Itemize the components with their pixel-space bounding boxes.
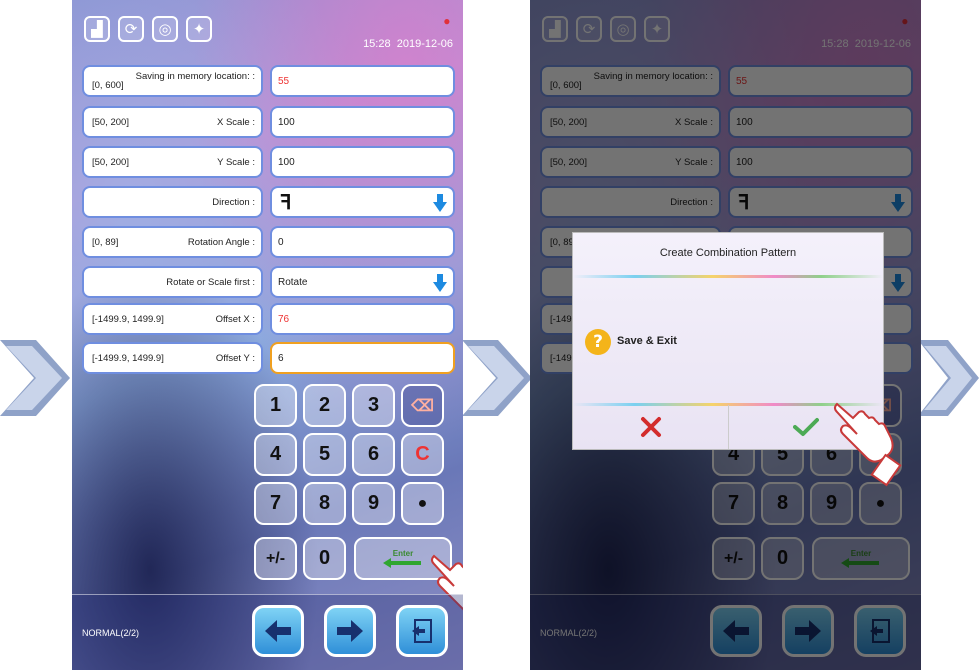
decimal-key[interactable]: ● [401, 482, 444, 525]
form-row: Rotate or Scale first : Rotate [82, 266, 455, 298]
key-4[interactable]: 4 [254, 433, 297, 476]
brand-logo: ● [443, 14, 451, 28]
param-label-box: [50, 200] X Scale : [82, 106, 263, 138]
key-2[interactable]: 2 [303, 384, 346, 427]
enter-arrow-icon [383, 558, 421, 568]
param-label-box: Direction : [82, 186, 263, 218]
field-value: 76 [278, 314, 290, 325]
direction-glyph: ꟻ [280, 192, 292, 214]
param-range: [-1499.9, 1499.9] [92, 314, 164, 325]
clear-key[interactable]: C [401, 433, 444, 476]
x-icon [640, 417, 661, 437]
form-row: Saving in memory location: : [0, 600] 55 [82, 65, 455, 97]
bottom-bar: NORMAL(2/2) [72, 594, 463, 670]
form-row: [50, 200] Y Scale : 100 [82, 146, 455, 178]
key-3[interactable]: 3 [352, 384, 395, 427]
top-bar: ▟ ⟳ ◎ ✦ ● 15:28 2019-12-06 [72, 0, 463, 56]
clock: 15:28 2019-12-06 [363, 38, 453, 50]
rotate-icon[interactable]: ◎ [152, 16, 178, 42]
param-label: Y Scale : [217, 157, 255, 168]
param-label: Saving in memory location: : [135, 71, 255, 82]
dialog-message: Save & Exit [617, 335, 677, 347]
param-label-box: Saving in memory location: : [0, 600] [82, 65, 263, 97]
field-value: 55 [278, 76, 290, 87]
key-6[interactable]: 6 [352, 433, 395, 476]
param-label: Rotate or Scale first : [166, 277, 255, 288]
rotate-scale-dropdown[interactable]: Rotate [270, 266, 455, 298]
screen-confirm: ▟ ⟳ ◎ ✦ ● 15:28 2019-12-06 Saving in mem… [530, 0, 921, 670]
param-label: Offset X : [215, 314, 255, 325]
y-scale-field[interactable]: 100 [270, 146, 455, 178]
x-scale-field[interactable]: 100 [270, 106, 455, 138]
offset-x-field[interactable]: 76 [270, 303, 455, 335]
pointer-hand-icon [834, 402, 902, 487]
date: 2019-12-06 [396, 38, 453, 50]
memory-location-field[interactable]: 55 [270, 65, 455, 97]
param-range: [50, 200] [92, 117, 129, 128]
rotation-angle-field[interactable]: 0 [270, 226, 455, 258]
backspace-icon: ⌫ [411, 397, 434, 415]
field-value: 100 [278, 117, 295, 128]
param-label: Direction : [212, 197, 255, 208]
arrow-down-icon [433, 194, 447, 212]
field-value: 0 [278, 237, 284, 248]
form-row: [0, 89] Rotation Angle : 0 [82, 226, 455, 258]
bulb-icon[interactable]: ✦ [186, 16, 212, 42]
param-label-box: [50, 200] Y Scale : [82, 146, 263, 178]
cancel-button[interactable] [573, 405, 728, 449]
exit-icon [412, 619, 432, 643]
key-9[interactable]: 9 [352, 482, 395, 525]
form-row: [50, 200] X Scale : 100 [82, 106, 455, 138]
field-value: 100 [278, 157, 295, 168]
param-label-box: Rotate or Scale first : [82, 266, 263, 298]
time: 15:28 [363, 38, 391, 50]
param-range: [0, 89] [92, 237, 119, 248]
refresh-icon[interactable]: ⟳ [118, 16, 144, 42]
key-1[interactable]: 1 [254, 384, 297, 427]
param-range: [0, 600] [92, 80, 124, 91]
key-5[interactable]: 5 [303, 433, 346, 476]
screen-input: ▟ ⟳ ◎ ✦ ● 15:28 2019-12-06 Saving in mem… [72, 0, 463, 670]
dialog-title: Create Combination Pattern [659, 247, 797, 259]
arrow-down-icon [433, 274, 447, 292]
next-button[interactable] [324, 605, 376, 657]
arrow-left-icon [265, 620, 291, 642]
field-value: 6 [278, 353, 284, 364]
param-label-box: [-1499.9, 1499.9] Offset Y : [82, 342, 263, 374]
backspace-key[interactable]: ⌫ [401, 384, 444, 427]
chevron-right-icon [918, 340, 979, 416]
exit-button[interactable] [396, 605, 448, 657]
form-row: [-1499.9, 1499.9] Offset Y : 6 [82, 342, 455, 374]
square-icon[interactable]: ▟ [84, 16, 110, 42]
param-label-box: [-1499.9, 1499.9] Offset X : [82, 303, 263, 335]
mode-label: NORMAL(2/2) [82, 628, 140, 638]
chevron-right-icon [0, 340, 70, 416]
question-icon: ? [585, 329, 611, 355]
param-label: Offset Y : [215, 353, 255, 364]
key-7[interactable]: 7 [254, 482, 297, 525]
form-row: [-1499.9, 1499.9] Offset X : 76 [82, 303, 455, 335]
divider [573, 275, 883, 278]
key-0[interactable]: 0 [303, 537, 346, 580]
param-label: Rotation Angle : [187, 237, 255, 248]
chevron-right-icon [462, 340, 532, 416]
enter-label: Enter [392, 549, 414, 558]
offset-y-field[interactable]: 6 [270, 342, 455, 374]
field-value: Rotate [278, 277, 308, 288]
check-icon [793, 418, 819, 436]
form-row: Direction : ꟻ [82, 186, 455, 218]
param-range: [50, 200] [92, 157, 129, 168]
sign-key[interactable]: +/- [254, 537, 297, 580]
param-range: [-1499.9, 1499.9] [92, 353, 164, 364]
direction-dropdown[interactable]: ꟻ [270, 186, 455, 218]
prev-button[interactable] [252, 605, 304, 657]
param-label: X Scale : [216, 117, 255, 128]
arrow-right-icon [337, 620, 363, 642]
key-8[interactable]: 8 [303, 482, 346, 525]
param-label-box: [0, 89] Rotation Angle : [82, 226, 263, 258]
